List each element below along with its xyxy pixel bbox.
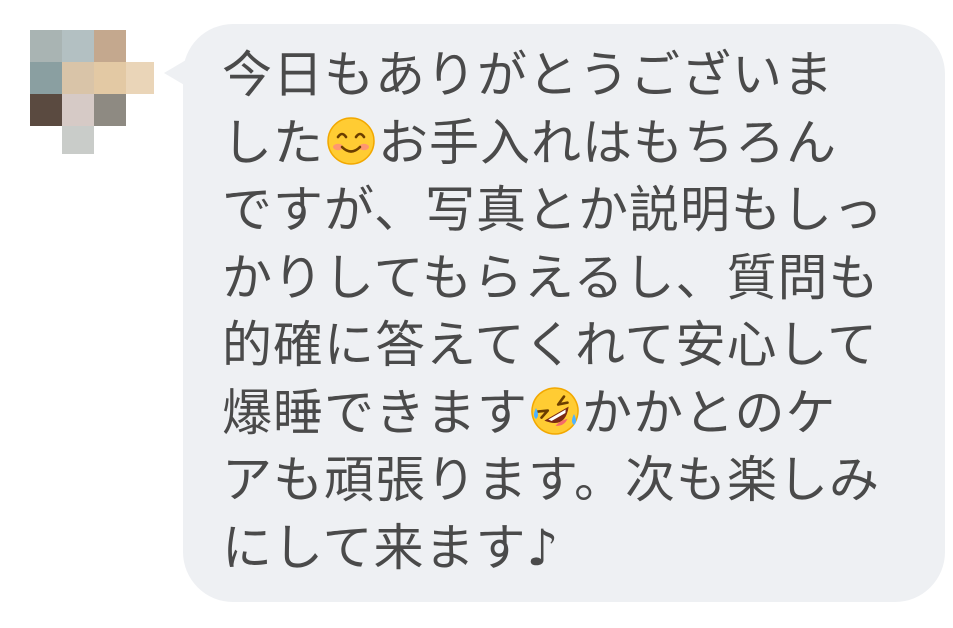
message-text-segment: かりしてもらえるし、質問も [222,248,880,307]
message-text-segment: お手入れはもちろん [378,113,837,172]
message-line: かりしてもらえるし、質問も [222,245,912,313]
message-line: 今日もありがとうございま [222,42,912,110]
avatar-pixel [126,62,154,94]
message-line: した お手入れはもちろん [222,110,912,178]
avatar-pixel [62,62,94,94]
message-text-segment: ですが、写真とか説明もしっ [222,181,884,239]
message-text-segment: アも頑張ります。次も楽しみ [222,451,880,509]
message-text-segment: にして来ます♪ [222,518,560,577]
smiling-face-icon [326,116,376,166]
avatar-pixel [62,94,94,126]
chat-screen: 今日もありがとうございま した お手入れはもちろん ですが、写真とか説明もしっ かりして… [0,0,953,628]
rolling-laughing-icon [530,386,580,436]
avatar-pixel [94,94,126,126]
avatar-pixel [30,62,62,94]
message-text-segment: 的確に答えてくれて安心して [222,316,878,374]
message-text-segment: 今日もありがとうございま [222,46,834,104]
avatar-pixel [62,30,94,62]
message-text: 今日もありがとうございま した お手入れはもちろん ですが、写真とか説明もしっ かりして… [222,42,912,582]
message-line: ですが、写真とか説明もしっ [222,177,912,245]
message-text-segment: 爆睡できます [222,383,528,442]
avatar-pixel [94,30,126,62]
message-text-segment: かかとのケ [582,383,837,442]
avatar-pixel [94,62,126,94]
message-line: にして来ます♪ [222,515,912,583]
message-line: 的確に答えてくれて安心して [222,312,912,380]
message-line: 爆睡できます かかとのケ [222,380,912,448]
avatar-pixel [30,30,62,62]
message-text-segment: した [222,113,324,172]
avatar-pixel [62,126,94,154]
avatar-pixel [30,94,62,126]
message-line: アも頑張ります。次も楽しみ [222,447,912,515]
avatar[interactable] [30,30,158,158]
